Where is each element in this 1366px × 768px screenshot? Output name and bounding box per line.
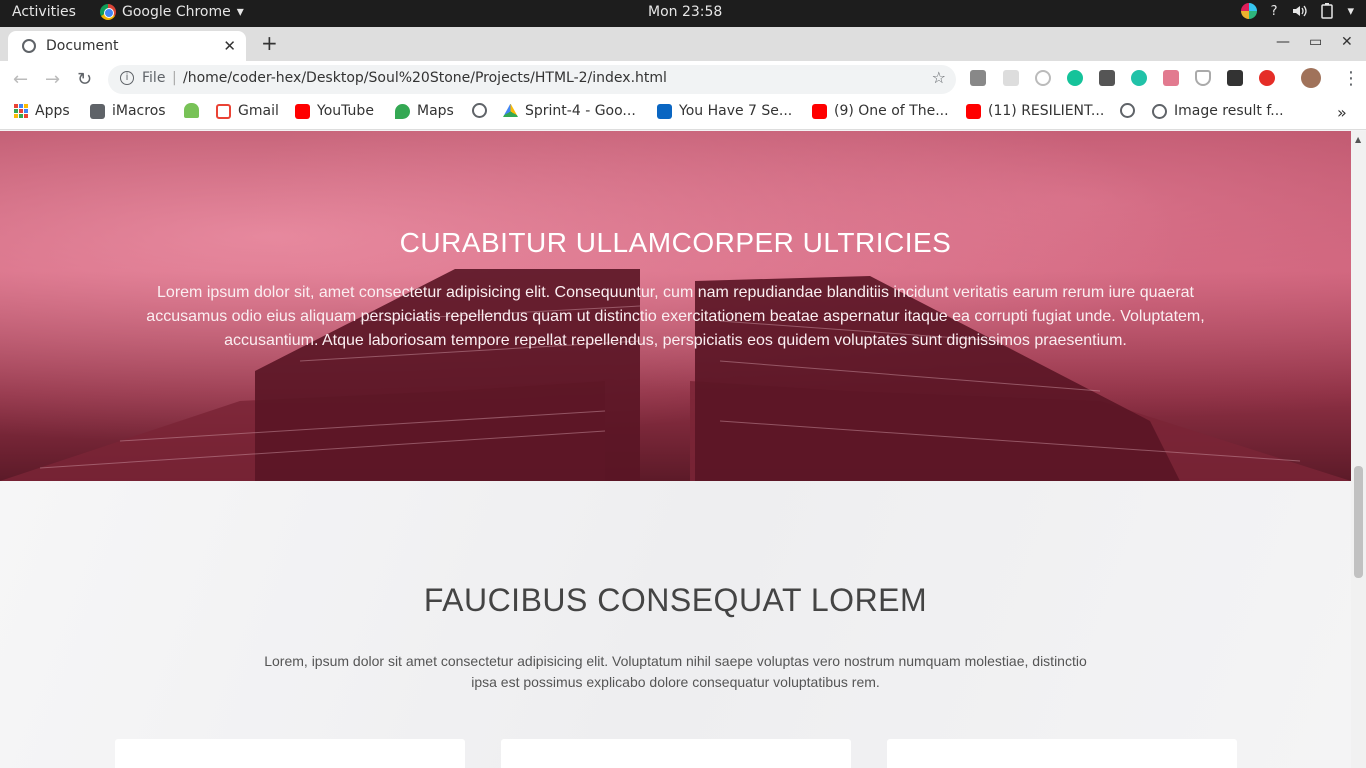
bookmark-image-result[interactable]: Image result f... (1152, 103, 1284, 119)
globe-icon (1152, 103, 1167, 119)
address-bar[interactable]: i File | /home/coder-hex/Desktop/Soul%20… (108, 65, 956, 94)
help-icon[interactable]: ? (1271, 4, 1278, 19)
bookmark-imacros[interactable]: iMacros (90, 103, 166, 119)
feature-card (501, 739, 851, 768)
app-menu[interactable]: Google Chrome ▾ (100, 4, 244, 20)
os-topbar: Activities Google Chrome ▾ Mon 23:58 ? ▾ (0, 0, 1366, 27)
feature-card (887, 739, 1237, 768)
bookmark-youtube-video-1[interactable]: (9) One of The... (812, 103, 949, 119)
linkedin-icon (657, 103, 672, 119)
omnibox-separator: | (172, 70, 177, 86)
globe-icon (22, 39, 36, 53)
bookmark-apps[interactable]: Apps (14, 103, 70, 119)
maximize-button[interactable]: ▭ (1309, 34, 1322, 50)
tab-title: Document (46, 38, 119, 54)
info-icon[interactable]: i (120, 71, 134, 85)
bookmark-label: Image result f... (1174, 103, 1284, 119)
page-scrollbar[interactable]: ▲ (1351, 131, 1366, 768)
youtube-icon (295, 103, 310, 119)
bookmark-label: Sprint-4 - Goo... (525, 103, 636, 119)
grammarly-icon[interactable] (1067, 70, 1083, 86)
bookmark-label: Gmail (238, 103, 279, 119)
bookmark-linkedin[interactable]: You Have 7 Se... (657, 103, 792, 119)
bookmark-maps[interactable]: Maps (395, 103, 454, 119)
hero-text: Lorem ipsum dolor sit, amet consectetur … (146, 284, 1205, 349)
activities-button[interactable]: Activities (12, 4, 76, 20)
bookmark-gmail[interactable]: Gmail (216, 103, 279, 119)
new-tab-button[interactable]: + (261, 31, 278, 55)
extension-grid-icon[interactable] (1003, 70, 1019, 86)
app-name: Google Chrome (122, 4, 231, 20)
bookmark-youtube[interactable]: YouTube (295, 103, 374, 119)
back-button[interactable]: ← (13, 69, 28, 90)
android-icon (184, 103, 199, 118)
extension-badge-icon[interactable] (1163, 70, 1179, 86)
extension-timer-icon[interactable] (1035, 70, 1051, 86)
maps-icon (395, 103, 410, 119)
clock[interactable]: Mon 23:58 (648, 4, 722, 20)
system-menu-arrow-icon[interactable]: ▾ (1347, 4, 1354, 19)
feature-card (115, 739, 465, 768)
tab-close-icon[interactable]: ✕ (223, 37, 236, 55)
minimize-button[interactable]: — (1276, 34, 1290, 50)
gmail-icon (216, 103, 231, 119)
tab-document[interactable]: Document ✕ (8, 31, 246, 61)
forward-button[interactable]: → (45, 69, 60, 90)
scroll-up-icon[interactable]: ▲ (1355, 135, 1361, 144)
battery-icon[interactable] (1321, 3, 1334, 19)
scheme-label: File (142, 70, 166, 86)
globe-icon (1120, 103, 1135, 118)
bookmark-sprint[interactable]: Sprint-4 - Goo... (503, 103, 636, 119)
bookmark-label: You Have 7 Se... (679, 103, 793, 119)
bookmark-globe[interactable] (472, 103, 487, 118)
bookmarks-overflow-button[interactable]: » (1337, 103, 1347, 122)
profile-avatar[interactable] (1301, 68, 1321, 88)
youtube-icon (812, 103, 827, 119)
browser-toolbar: ← → ↻ i File | /home/coder-hex/Desktop/S… (0, 61, 1366, 97)
reload-button[interactable]: ↻ (77, 69, 92, 90)
globe-icon (472, 103, 487, 118)
extension-c-icon[interactable] (970, 70, 986, 86)
features-section: FAUCIBUS CONSEQUAT LOREM Lorem, ipsum do… (0, 481, 1351, 768)
bookmark-globe-2[interactable] (1120, 103, 1135, 118)
page-viewport: CURABITUR ULLAMCORPER ULTRICIES Lorem ip… (0, 131, 1351, 768)
drive-icon (503, 103, 518, 117)
extension-m-icon[interactable] (1131, 70, 1147, 86)
bookmark-label: (9) One of The... (834, 103, 949, 119)
youtube-icon (966, 103, 981, 119)
section-title: FAUCIBUS CONSEQUAT LOREM (423, 582, 928, 618)
scrollbar-thumb[interactable] (1354, 466, 1363, 578)
chrome-menu-icon[interactable]: ⋮ (1342, 68, 1360, 89)
bookmark-label: YouTube (317, 103, 374, 119)
extension-tools-icon[interactable] (1099, 70, 1115, 86)
bookmark-label: Maps (417, 103, 454, 119)
bookmark-android[interactable] (184, 103, 199, 118)
url-text[interactable]: /home/coder-hex/Desktop/Soul%20Stone/Pro… (183, 70, 667, 86)
folder-icon (90, 103, 105, 119)
window-close-button[interactable]: ✕ (1341, 34, 1353, 50)
app-menu-arrow-icon: ▾ (236, 4, 244, 20)
shield-icon[interactable] (1195, 70, 1211, 86)
chrome-icon (100, 4, 116, 20)
hero-section: CURABITUR ULLAMCORPER ULTRICIES Lorem ip… (0, 131, 1351, 481)
bookmark-youtube-video-2[interactable]: (11) RESILIENT... (966, 103, 1104, 119)
apps-grid-icon (14, 104, 28, 118)
slack-icon[interactable] (1240, 3, 1257, 19)
bookmark-label: iMacros (112, 103, 166, 119)
tab-strip: Document ✕ (0, 27, 1366, 61)
system-tray[interactable]: ? ▾ (1240, 3, 1354, 19)
hero-title: CURABITUR ULLAMCORPER ULTRICIES (399, 227, 952, 258)
extension-phone-icon[interactable] (1227, 70, 1243, 86)
bookmarks-bar: Apps iMacros Gmail YouTube Maps Sprint-4… (0, 97, 1366, 130)
volume-icon[interactable] (1291, 3, 1308, 19)
bookmark-label: (11) RESILIENT... (988, 103, 1105, 119)
bookmark-label: Apps (35, 103, 70, 119)
section-text: Lorem, ipsum dolor sit amet consectetur … (264, 653, 1087, 690)
adblock-icon[interactable] (1259, 70, 1275, 86)
bookmark-star-icon[interactable]: ☆ (932, 68, 946, 87)
